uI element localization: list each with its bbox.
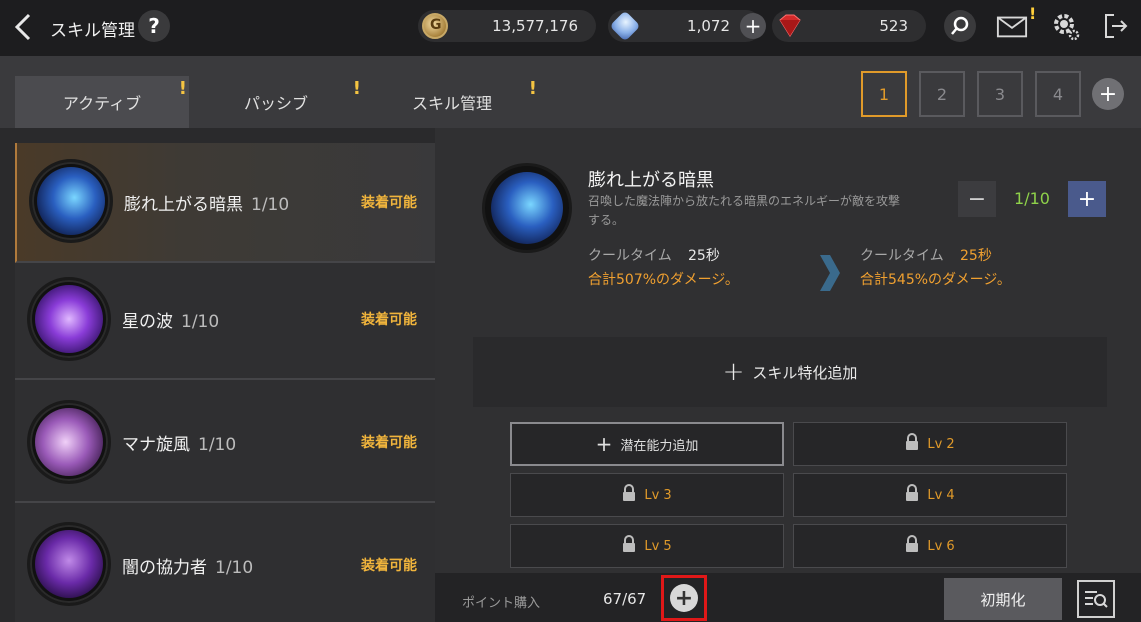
locked-potential-slot[interactable]: Lv 2: [793, 422, 1067, 466]
gold-coin-icon: [422, 13, 448, 39]
next-cooldown-value: 25秒: [960, 248, 992, 264]
preset-1-button[interactable]: 1: [861, 71, 907, 117]
locked-potential-slot[interactable]: Lv 3: [510, 473, 784, 517]
top-bar: スキル管理 ? 13,577,176 1,072 + 523 !: [0, 0, 1141, 56]
tab-passive[interactable]: パッシブ !: [189, 76, 363, 128]
tab-label: パッシブ: [243, 94, 308, 113]
skill-name: 膨れ上がる暗黒 1/10: [124, 194, 290, 215]
points-value: 67/67: [603, 590, 647, 608]
cooldown-label: クールタイム: [588, 248, 672, 264]
locked-potential-slot[interactable]: Lv 4: [793, 473, 1067, 517]
plus-icon: +: [722, 357, 745, 387]
plus-icon: +: [595, 432, 613, 456]
tab-alert-badge: !: [178, 78, 187, 99]
mail-alert-badge: !: [1029, 4, 1037, 23]
gold-counter: 13,577,176: [418, 10, 596, 42]
help-button[interactable]: ?: [138, 10, 170, 42]
points-purchase-label: ポイント購入: [462, 596, 541, 611]
next-cooldown-label: クールタイム: [860, 248, 944, 264]
ruby-value: 523: [879, 17, 908, 35]
crystal-counter: 1,072 +: [608, 10, 766, 42]
skill-detail-title: 膨れ上がる暗黒: [588, 170, 714, 191]
gold-value: 13,577,176: [492, 17, 578, 35]
preset-2-button[interactable]: 2: [919, 71, 965, 117]
skill-level-value: 1/10: [1014, 189, 1050, 208]
cooldown-value: 25秒: [688, 248, 720, 264]
next-damage-text: 合計545%のダメージ。: [860, 272, 1011, 288]
locked-potential-slot[interactable]: Lv 5: [510, 524, 784, 568]
skill-list: 膨れ上がる暗黒 1/10 装着可能 星の波 1/10 装着可能 マナ旋風 1/10 装…: [15, 143, 435, 622]
level-decrease-button[interactable]: −: [958, 181, 996, 217]
crystal-add-button[interactable]: +: [740, 13, 766, 39]
exit-icon[interactable]: [1100, 10, 1132, 42]
tab-active[interactable]: アクティブ !: [15, 76, 189, 128]
filter-search-icon[interactable]: [1077, 580, 1115, 618]
skill-name: マナ旋風 1/10: [122, 434, 237, 455]
bottom-bar: ポイント購入 67/67 + 初期化: [435, 573, 1141, 622]
star-wave-skill-icon: [27, 277, 111, 361]
add-specialization-button[interactable]: + スキル特化追加: [473, 337, 1107, 407]
settings-gear-icon[interactable]: [1050, 10, 1082, 42]
skill-name: 闇の協力者 1/10: [122, 557, 254, 578]
preset-3-button[interactable]: 3: [977, 71, 1023, 117]
tab-label: アクティブ: [62, 94, 142, 113]
mailbox-icon[interactable]: !: [996, 4, 1036, 42]
skill-description: 召喚した魔法陣から放たれる暗黒のエネルギーが敵を攻撃する。: [588, 194, 901, 227]
mana-whirlwind-skill-icon: [27, 400, 111, 484]
skill-list-item[interactable]: 闇の協力者 1/10 装着可能: [15, 505, 435, 622]
equip-status: 装着可能: [361, 195, 417, 211]
add-potential-button[interactable]: + 潜在能力追加: [510, 422, 784, 466]
equip-status: 装着可能: [361, 312, 417, 328]
equip-status: 装着可能: [361, 558, 417, 574]
page-title: スキル管理: [50, 21, 135, 41]
skill-list-item[interactable]: 星の波 1/10 装着可能: [15, 260, 435, 380]
level-increase-button[interactable]: +: [1068, 181, 1106, 217]
skill-detail-panel: 膨れ上がる暗黒 召喚した魔法陣から放たれる暗黒のエネルギーが敵を攻撃する。 − …: [435, 128, 1141, 573]
dark-swell-skill-icon: [482, 163, 572, 253]
preset-4-button[interactable]: 4: [1035, 71, 1081, 117]
lock-icon: [905, 484, 919, 506]
lock-icon: [905, 535, 919, 557]
dark-swell-skill-icon: [29, 159, 113, 243]
reset-button[interactable]: 初期化: [944, 578, 1062, 620]
skill-list-item[interactable]: 膨れ上がる暗黒 1/10 装着可能: [15, 143, 435, 263]
crystal-icon: [609, 10, 641, 42]
tab-alert-badge: !: [528, 78, 537, 99]
skill-list-item[interactable]: マナ旋風 1/10 装着可能: [15, 383, 435, 503]
highlight-box: +: [661, 575, 707, 621]
lock-icon: [905, 433, 919, 455]
locked-potential-slot[interactable]: Lv 6: [793, 524, 1067, 568]
search-icon[interactable]: [944, 10, 976, 42]
ruby-gem-icon: [776, 14, 804, 38]
dark-ally-skill-icon: [27, 522, 111, 606]
crystal-value: 1,072: [687, 17, 730, 35]
chevron-right-icon: [818, 253, 842, 297]
add-preset-button[interactable]: +: [1092, 78, 1124, 110]
lock-icon: [622, 484, 636, 506]
tab-skill-manage[interactable]: スキル管理 !: [365, 76, 539, 128]
equip-status: 装着可能: [361, 435, 417, 451]
skill-name: 星の波 1/10: [122, 311, 220, 332]
back-arrow-icon[interactable]: [10, 12, 36, 42]
lock-icon: [622, 535, 636, 557]
tab-label: スキル管理: [411, 94, 492, 113]
tab-alert-badge: !: [352, 78, 361, 99]
damage-text: 合計507%のダメージ。: [588, 272, 739, 288]
ruby-counter: 523: [772, 10, 926, 42]
tab-bar: アクティブ ! パッシブ ! スキル管理 ! 1 2 3 4 +: [0, 56, 1141, 128]
buy-points-button[interactable]: +: [670, 584, 698, 612]
